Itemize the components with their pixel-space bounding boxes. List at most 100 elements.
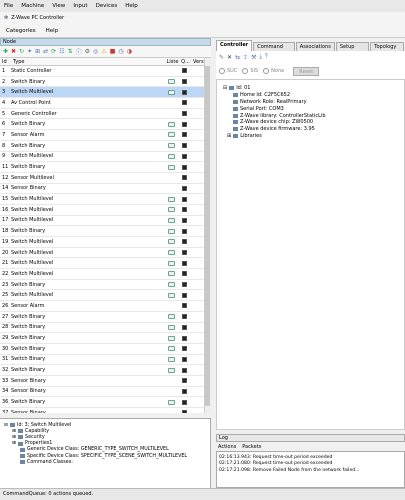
libraries-node[interactable]: ⊞ Libraries xyxy=(223,133,404,140)
radio-sis[interactable] xyxy=(242,68,249,74)
col-id[interactable]: Id xyxy=(0,58,11,65)
node-grid-scroll-thumb[interactable] xyxy=(205,66,210,406)
listening-icon xyxy=(168,271,175,277)
node-row[interactable]: 9 Switch Multilevel xyxy=(0,152,210,163)
col-listening[interactable]: Liste xyxy=(165,58,179,65)
node-row[interactable]: 20 Switch Multilevel xyxy=(0,248,210,259)
col-queued[interactable]: Q... xyxy=(178,58,191,65)
node-row[interactable]: 28 Switch Binary xyxy=(0,323,210,334)
queued-cell xyxy=(178,153,191,159)
queued-cell xyxy=(178,228,191,234)
col-version[interactable]: Vers xyxy=(191,58,205,65)
listening-icon xyxy=(168,207,175,213)
node-row[interactable]: 7 Sensor Alarm xyxy=(0,130,210,141)
node-row[interactable]: 5 Generic Controller xyxy=(0,109,210,120)
controller-root[interactable]: ⊟ Id: 01 xyxy=(223,85,404,92)
info-icon[interactable]: ⓘ xyxy=(76,47,82,56)
sync-icon[interactable]: ⇅ xyxy=(68,48,73,55)
expand-icon[interactable]: ⊞ xyxy=(12,429,16,434)
radio-suc[interactable] xyxy=(219,68,225,74)
node-row[interactable]: 34 Sensor Binary xyxy=(0,387,210,398)
app-menu-item[interactable]: Help xyxy=(46,28,59,34)
node-row[interactable]: 22 Switch Multilevel xyxy=(0,269,210,280)
network-icon[interactable]: ⊞ xyxy=(35,48,40,55)
delete-icon[interactable]: ✕ xyxy=(227,54,232,61)
remove-node-icon[interactable]: ✖ xyxy=(11,48,16,55)
update-icon[interactable]: ⟳ xyxy=(51,48,56,55)
tab-controller[interactable]: Controller xyxy=(216,40,253,51)
node-row[interactable]: 3 Switch Multilevel xyxy=(0,87,210,99)
node-row[interactable]: 15 Switch Multilevel xyxy=(0,194,210,205)
node-id: 23 xyxy=(2,281,9,288)
queued-cell xyxy=(178,121,191,127)
os-menu-item[interactable]: View xyxy=(52,3,65,9)
queued-cell xyxy=(178,324,191,330)
node-row[interactable]: 31 Switch Binary xyxy=(0,355,210,366)
node-type: Sensor Alarm xyxy=(11,131,45,138)
stop-icon[interactable]: ■ xyxy=(110,48,116,55)
refresh-icon[interactable]: ↻ xyxy=(19,48,24,55)
node-row[interactable]: 37 Sensor Binary xyxy=(0,408,210,413)
node-row[interactable]: 12 Sensor Multilevel xyxy=(0,173,210,184)
node-row[interactable]: 29 Switch Binary xyxy=(0,333,210,344)
node-row[interactable]: 17 Switch Multilevel xyxy=(0,216,210,227)
timer-icon[interactable]: ◑ xyxy=(127,48,132,55)
app-menu-item[interactable]: Categories xyxy=(6,28,36,34)
replicate-icon[interactable]: ⇆ xyxy=(235,54,240,61)
node-row[interactable]: 16 Switch Multilevel xyxy=(0,205,210,216)
node-row[interactable]: 27 Switch Binary xyxy=(0,312,210,323)
os-menu-item[interactable]: Help xyxy=(125,3,138,9)
tab-command-class[interactable]: Command Class xyxy=(253,42,295,58)
expand-icon[interactable]: ⊞ xyxy=(12,435,16,440)
clock-icon[interactable]: ◷ xyxy=(118,48,123,55)
radio-label: SIS xyxy=(250,68,259,74)
node-row[interactable]: 2 Switch Binary xyxy=(0,77,210,88)
learn-icon[interactable]: ☷ xyxy=(59,48,64,55)
add-node-icon[interactable]: ✚ xyxy=(3,48,8,55)
node-row[interactable]: 14 Sensor Binary xyxy=(0,184,210,195)
settings-icon[interactable]: ⚙ xyxy=(85,48,90,55)
tab-associations[interactable]: Associations xyxy=(295,42,335,51)
import-icon[interactable]: ⤒ xyxy=(265,53,268,61)
queued-cell xyxy=(178,314,191,320)
queued-cell xyxy=(178,111,191,117)
os-menu-item[interactable]: Devices xyxy=(96,3,118,9)
os-menu-item[interactable]: File xyxy=(4,3,13,9)
tab-topology-ma[interactable]: Topology Ma xyxy=(370,42,405,58)
node-row[interactable]: 36 Switch Binary xyxy=(0,397,210,408)
node-type: Switch Binary xyxy=(11,345,46,352)
route-icon[interactable]: ⇄ xyxy=(43,48,48,55)
os-menu-item[interactable]: Input xyxy=(73,3,87,9)
node-type: Switch Binary xyxy=(11,367,46,374)
wand-icon[interactable]: ✦ xyxy=(27,48,32,55)
node-id: 30 xyxy=(2,345,9,352)
log-tab[interactable]: Actions xyxy=(218,444,236,450)
tab-setup-route[interactable]: Setup Route xyxy=(335,42,370,58)
node-row[interactable]: 4 Av Control Point xyxy=(0,98,210,109)
wakeup-icon[interactable]: ◎ xyxy=(93,48,98,55)
node-row[interactable]: 30 Switch Binary xyxy=(0,344,210,355)
node-row[interactable]: 19 Switch Multilevel xyxy=(0,237,210,248)
edit-icon[interactable]: ✎ xyxy=(219,54,224,61)
node-row[interactable]: 26 Sensor Alarm xyxy=(0,301,210,312)
shift-icon[interactable]: ⇪ xyxy=(243,54,248,61)
node-row[interactable]: 32 Switch Binary xyxy=(0,365,210,376)
log-tab[interactable]: Packets xyxy=(242,444,261,450)
os-menu-item[interactable]: Machine xyxy=(21,3,44,9)
node-row[interactable]: 25 Switch Multilevel xyxy=(0,290,210,302)
node-row[interactable]: 23 Switch Binary xyxy=(0,280,210,291)
reset-button[interactable]: Reset xyxy=(293,66,320,76)
radio-none[interactable] xyxy=(263,68,270,74)
node-row[interactable]: 8 Switch Binary xyxy=(0,141,210,152)
warning-icon[interactable]: ⚠ xyxy=(101,48,106,55)
node-row[interactable]: 21 Switch Multilevel xyxy=(0,258,210,270)
node-row[interactable]: 6 Switch Binary xyxy=(0,119,210,131)
tool-icon[interactable]: ⚒ xyxy=(251,54,256,61)
expand-icon[interactable]: ⊞ xyxy=(12,441,16,446)
node-row[interactable]: 11 Switch Binary xyxy=(0,162,210,173)
col-type[interactable]: Type xyxy=(11,58,165,65)
node-row[interactable]: 33 Sensor Binary xyxy=(0,376,210,387)
node-row[interactable]: 18 Switch Binary xyxy=(0,226,210,237)
node-row[interactable]: 1 Static Controller xyxy=(0,66,210,77)
export-icon[interactable]: ⤓ xyxy=(260,53,263,61)
